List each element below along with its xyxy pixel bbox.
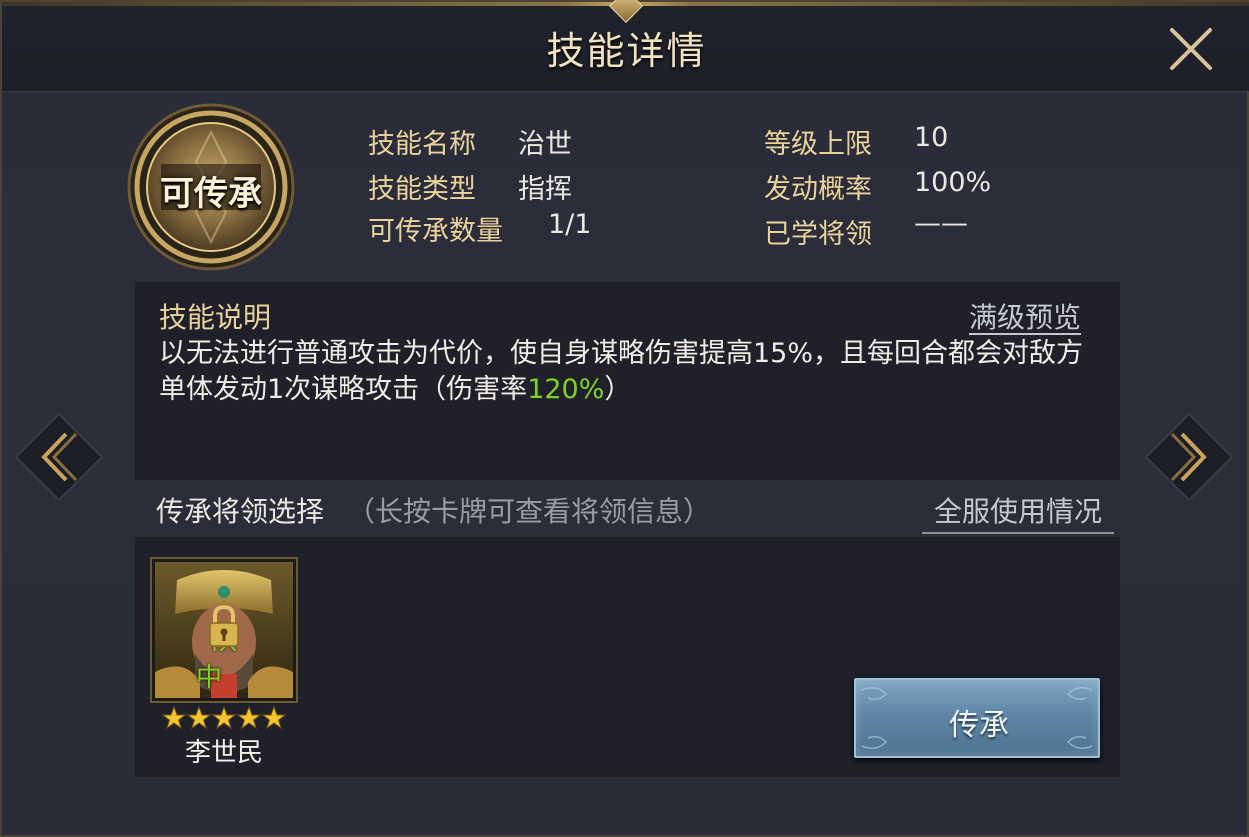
server-usage-link[interactable]: 全服使用情况 xyxy=(922,490,1114,534)
skill-description-box: 技能说明 满级预览 以无法进行普通攻击为代价，使自身谋略伤害提高15%，且每回合… xyxy=(135,282,1120,480)
general-card[interactable]: 队中 xyxy=(150,557,298,703)
skill-description-text: 以无法进行普通攻击为代价，使自身谋略伤害提高15%，且每回合都会对敌方单体发动1… xyxy=(159,336,1099,408)
title-bar: 技能详情 xyxy=(2,0,1249,92)
close-button[interactable] xyxy=(1164,22,1218,76)
inherit-count-label: 可传承数量 xyxy=(368,216,503,247)
level-cap-label: 等级上限 xyxy=(764,129,872,160)
skill-type-label: 技能类型 xyxy=(368,174,476,205)
skill-type-value: 指挥 xyxy=(518,174,572,205)
learned-generals-label: 已学将领 xyxy=(764,219,872,250)
damage-rate-highlight: 120% xyxy=(527,374,605,405)
star-icon xyxy=(186,706,212,730)
star-icon xyxy=(236,706,262,730)
chevron-right-icon[interactable] xyxy=(1144,412,1234,502)
skill-name-value: 治世 xyxy=(518,129,572,160)
description-text-end: ） xyxy=(604,374,632,405)
skill-description-title: 技能说明 xyxy=(159,301,272,334)
star-icon xyxy=(261,706,286,730)
rarity-stars xyxy=(162,706,286,730)
skill-medal: 可传承 xyxy=(126,102,296,272)
next-skill-button[interactable] xyxy=(1144,412,1234,502)
inherit-section-title: 传承将领选择 xyxy=(156,495,325,528)
previous-skill-button[interactable] xyxy=(14,412,104,502)
inherit-button[interactable]: 传承 xyxy=(854,678,1100,758)
skill-name-label: 技能名称 xyxy=(368,129,476,160)
learned-generals-value: —— xyxy=(914,208,968,239)
page-title: 技能详情 xyxy=(546,29,707,73)
inherit-button-label[interactable]: 传承 xyxy=(856,700,1102,744)
close-icon[interactable] xyxy=(1164,22,1218,76)
trigger-rate-label: 发动概率 xyxy=(764,174,872,205)
star-icon xyxy=(162,706,187,730)
skill-detail-panel: 技能详情 可传承 技能名称 治世 技能类型 指挥 可传承数量 1/1 等级上限 … xyxy=(0,0,1249,837)
inherit-section-hint: （长按卡牌可查看将领信息） xyxy=(347,495,712,528)
full-level-preview-link[interactable]: 满级预览 xyxy=(969,296,1081,336)
inherit-count-value: 1/1 xyxy=(548,209,592,240)
trigger-rate-value: 100% xyxy=(914,167,992,198)
medal-label: 可传承 xyxy=(160,174,262,214)
level-cap-value: 10 xyxy=(914,122,949,153)
star-icon xyxy=(211,706,237,730)
general-name: 李世民 xyxy=(184,738,263,768)
lock-icon xyxy=(209,604,239,647)
chevron-left-icon[interactable] xyxy=(14,412,104,502)
